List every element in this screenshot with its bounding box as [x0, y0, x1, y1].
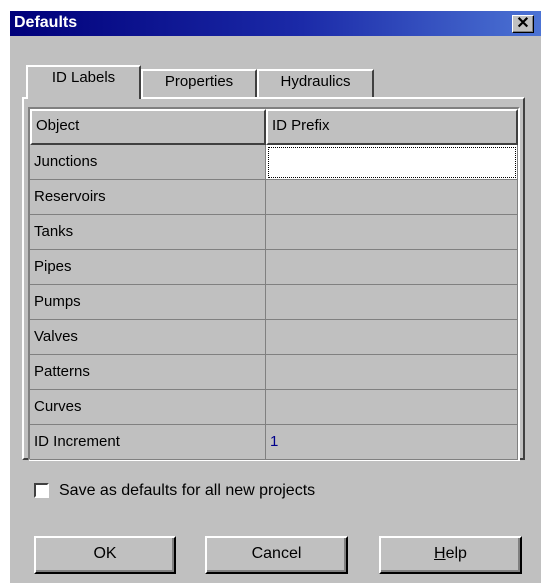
close-button[interactable]: ✕ — [512, 15, 534, 33]
object-name-cell: Junctions — [30, 145, 266, 180]
object-name-cell: ID Increment — [30, 425, 266, 460]
title-bar[interactable]: Defaults ✕ — [10, 11, 541, 36]
close-icon: ✕ — [516, 15, 530, 32]
column-header-id-prefix[interactable]: ID Prefix — [266, 109, 518, 145]
table-row[interactable]: Pumps — [30, 285, 518, 320]
table-row[interactable]: Valves — [30, 320, 518, 355]
id-prefix-cell[interactable] — [266, 145, 518, 180]
table-row[interactable]: Patterns — [30, 355, 518, 390]
save-defaults-checkbox[interactable] — [34, 483, 49, 498]
tab-properties[interactable]: Properties — [141, 69, 257, 97]
id-prefix-cell[interactable]: 1 — [266, 425, 518, 460]
table-row[interactable]: Pipes — [30, 250, 518, 285]
id-prefix-cell[interactable] — [266, 250, 518, 285]
table-row[interactable]: Junctions — [30, 145, 518, 180]
defaults-dialog: Defaults ✕ ID Labels Properties Hydrauli… — [10, 11, 541, 583]
tab-id-labels[interactable]: ID Labels — [26, 65, 141, 99]
object-name-cell: Reservoirs — [30, 180, 266, 215]
object-name-cell: Pipes — [30, 250, 266, 285]
column-header-object[interactable]: Object — [30, 109, 266, 145]
id-prefix-cell[interactable] — [266, 355, 518, 390]
id-prefix-cell[interactable] — [266, 215, 518, 250]
id-prefix-cell[interactable] — [266, 320, 518, 355]
save-defaults-label[interactable]: Save as defaults for all new projects — [59, 482, 315, 500]
id-labels-grid[interactable]: Object ID Prefix Junctions Reservoirs Tank… — [28, 107, 520, 461]
object-name-cell: Valves — [30, 320, 266, 355]
table-row[interactable]: Tanks — [30, 215, 518, 250]
object-name-cell: Curves — [30, 390, 266, 425]
id-prefix-cell[interactable] — [266, 285, 518, 320]
object-name-cell: Pumps — [30, 285, 266, 320]
cancel-button[interactable]: Cancel — [205, 536, 348, 574]
table-row[interactable]: ID Increment 1 — [30, 425, 518, 460]
table-row[interactable]: Curves — [30, 390, 518, 425]
table-row[interactable]: Reservoirs — [30, 180, 518, 215]
dialog-title: Defaults — [14, 14, 78, 31]
object-name-cell: Patterns — [30, 355, 266, 390]
help-button[interactable]: Help — [379, 536, 522, 574]
object-name-cell: Tanks — [30, 215, 266, 250]
id-prefix-cell[interactable] — [266, 180, 518, 215]
id-prefix-cell[interactable] — [266, 390, 518, 425]
ok-button[interactable]: OK — [34, 536, 176, 574]
tab-hydraulics[interactable]: Hydraulics — [257, 69, 374, 97]
